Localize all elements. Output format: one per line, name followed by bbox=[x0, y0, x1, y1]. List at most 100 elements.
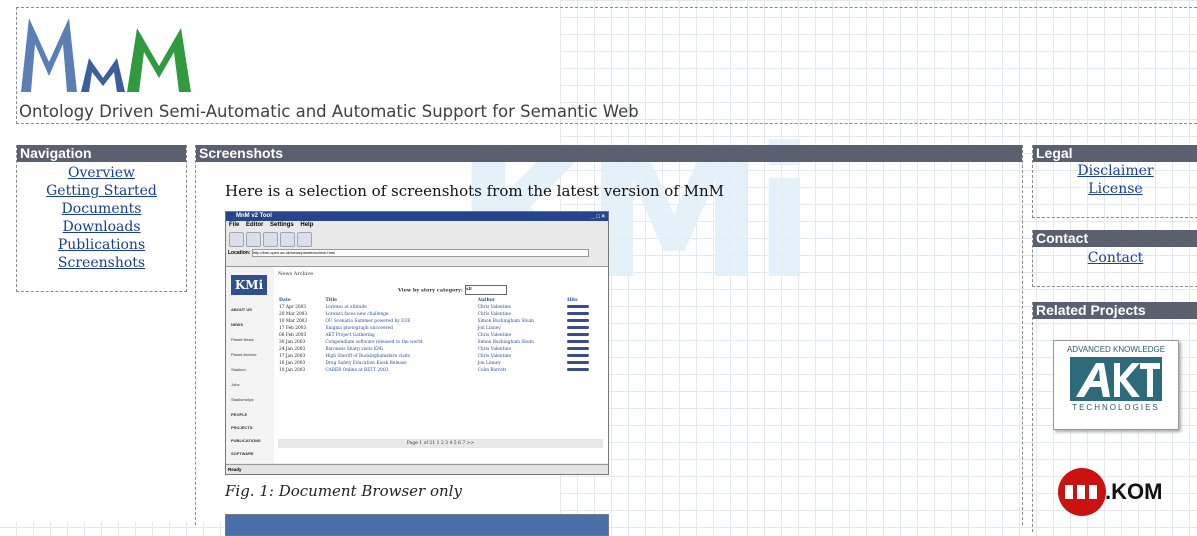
akt-logo-top: ADVANCED KNOWLEDGE bbox=[1066, 345, 1166, 354]
row-author: Jon Linney bbox=[477, 361, 501, 366]
col-title: Title bbox=[325, 298, 338, 303]
legal-panel: Legal Disclaimer License bbox=[1032, 145, 1197, 218]
shot-toolbar bbox=[226, 230, 608, 248]
dotkom-logo-mark bbox=[1058, 468, 1106, 516]
shot-news-row: 16 Jan 2003 Drug Safety Education Kiosk R… bbox=[278, 360, 603, 367]
hits-bar bbox=[567, 319, 590, 322]
shot-window-title-text: MnM v2 Tool bbox=[236, 213, 272, 219]
row-title: Lorenzo at altitude bbox=[325, 305, 367, 310]
shot-menubar: File Editor Settings Help bbox=[226, 221, 608, 230]
hits-bar bbox=[567, 333, 590, 336]
row-author: Colin Barrett bbox=[477, 368, 507, 373]
hits-bar bbox=[567, 347, 590, 350]
navigation-panel: Navigation Overview Getting Started Docu… bbox=[16, 145, 187, 292]
row-author: Jon Linney bbox=[477, 326, 501, 331]
shot-news-row: 10 Mar 2003 OU Scenario Summer powered by… bbox=[278, 318, 603, 325]
row-date: 06 Feb 2003 bbox=[279, 333, 307, 338]
row-date: 17 Feb 2003 bbox=[279, 326, 307, 331]
row-title: OU Scenario Summer powered by D3E bbox=[325, 319, 411, 324]
shot-side-item: Stadium bbox=[231, 367, 246, 372]
shot-window-title: MnM v2 Tool _ □ × bbox=[226, 212, 608, 221]
nav-link-downloads[interactable]: Downloads bbox=[17, 218, 186, 236]
shot-news-row: 20 Mar 2003 Lorenzo faces new challenge Ch… bbox=[278, 311, 603, 318]
row-hits bbox=[566, 318, 603, 325]
row-hits bbox=[566, 304, 603, 311]
hits-bar bbox=[567, 326, 590, 329]
row-title: Compendium software released to the worl… bbox=[325, 340, 423, 345]
related-title: Related Projects bbox=[1033, 302, 1197, 319]
legal-link-disclaimer[interactable]: Disclaimer bbox=[1033, 162, 1197, 180]
nav-link-screenshots[interactable]: Screenshots bbox=[17, 254, 186, 272]
screenshot-figure-2[interactable] bbox=[225, 514, 609, 536]
nav-link-overview[interactable]: Overview bbox=[17, 164, 186, 182]
hits-bar bbox=[567, 361, 590, 364]
row-hits bbox=[566, 367, 603, 374]
row-date: 20 Mar 2003 bbox=[279, 312, 308, 317]
kmi-logo: KMi bbox=[231, 275, 267, 295]
row-hits bbox=[566, 339, 603, 346]
shot-window-controls: _ □ × bbox=[591, 214, 605, 220]
hits-bar bbox=[567, 340, 590, 343]
row-hits bbox=[566, 311, 603, 318]
row-author: Simon Buckingham Shum bbox=[477, 319, 534, 324]
nav-link-getting-started[interactable]: Getting Started bbox=[17, 182, 186, 200]
dotkom-logo[interactable]: .KOM bbox=[1057, 467, 1177, 517]
hits-bar bbox=[567, 305, 590, 308]
forward-icon bbox=[246, 232, 261, 247]
row-date: 10 Mar 2003 bbox=[279, 319, 308, 324]
shot-news-row: 10 Jan 2003 CARER Online at BETT 2003 Coli… bbox=[278, 367, 603, 374]
akt-logo-bottom: TECHNOLOGIES bbox=[1072, 403, 1160, 412]
legal-title: Legal bbox=[1033, 145, 1197, 162]
dotkom-logo-text: .KOM bbox=[1105, 479, 1163, 504]
shot-news-row: 30 Jan 2003 Compendium software released … bbox=[278, 339, 603, 346]
shot-page: KMi ABOUT US NEWS Planet News Planet Arc… bbox=[226, 266, 608, 463]
shot-side-item: Planet News bbox=[231, 337, 254, 342]
related-projects-panel: Related Projects ADVANCED KNOWLEDGE TECH… bbox=[1032, 302, 1197, 532]
row-hits bbox=[566, 346, 603, 353]
row-hits bbox=[566, 325, 603, 332]
shot-side-item: NEWS bbox=[231, 322, 243, 327]
hits-bar bbox=[567, 312, 590, 315]
contact-link[interactable]: Contact bbox=[1033, 249, 1197, 267]
shot-news-row: 17 Jan 2003 High Sheriff of Buckinghamshi… bbox=[278, 353, 603, 360]
shot-news-row: 17 Feb 2003 Enigma photograph uncovered Jo… bbox=[278, 325, 603, 332]
navigation-title: Navigation bbox=[17, 145, 186, 162]
akt-logo[interactable]: ADVANCED KNOWLEDGE TECHNOLOGIES bbox=[1053, 340, 1179, 430]
shot-status-bar: Ready bbox=[226, 464, 608, 474]
shot-side-item: PUBLICATIONS bbox=[231, 438, 261, 443]
row-date: 16 Jan 2003 bbox=[279, 361, 306, 366]
mnm-logo[interactable] bbox=[19, 14, 219, 94]
shot-side-item: Stadiumclips bbox=[231, 397, 254, 402]
row-date: 30 Jan 2003 bbox=[279, 340, 306, 345]
row-author: Simon Buckingham Shum bbox=[477, 340, 534, 345]
row-author: Chris Valentine bbox=[477, 312, 512, 317]
shot-location-label: Location: bbox=[228, 250, 251, 256]
nav-link-publications[interactable]: Publications bbox=[17, 236, 186, 254]
row-date: 17 Jan 2003 bbox=[279, 354, 306, 359]
shot-menu-editor: Editor bbox=[246, 222, 264, 228]
shot-pager: Page 1 of 21 1 2 3 4 5 6 7 >> bbox=[278, 439, 603, 448]
row-author: Chris Valentine bbox=[477, 354, 512, 359]
row-title: AKT Project Gathering bbox=[325, 333, 375, 338]
shot-menu-file: File bbox=[229, 222, 240, 228]
shot-side-item: PEOPLE bbox=[231, 412, 248, 417]
contact-panel: Contact Contact bbox=[1032, 230, 1197, 287]
col-author: Author bbox=[477, 298, 496, 303]
stop-icon bbox=[280, 232, 295, 247]
col-date: Date bbox=[279, 298, 291, 303]
akt-logo-mark bbox=[1070, 357, 1162, 401]
screenshot-figure-1[interactable]: MnM v2 Tool _ □ × File Editor Settings H… bbox=[225, 211, 609, 475]
site-header: Ontology Driven Semi-Automatic and Autom… bbox=[16, 7, 1197, 124]
shot-menu-settings: Settings bbox=[270, 222, 294, 228]
hits-bar bbox=[567, 354, 590, 357]
nav-link-documents[interactable]: Documents bbox=[17, 200, 186, 218]
legal-link-license[interactable]: License bbox=[1033, 180, 1197, 198]
shot-filter-select: All bbox=[464, 285, 507, 295]
site-tagline: Ontology Driven Semi-Automatic and Autom… bbox=[19, 102, 639, 121]
print-icon bbox=[263, 232, 278, 247]
figure-caption: Fig. 1: Document Browser only bbox=[225, 482, 462, 500]
main-content: Screenshots Here is a selection of scree… bbox=[195, 145, 1023, 536]
row-date: 24 Jan 2003 bbox=[279, 347, 306, 352]
row-title: Lorenzo faces new challenge bbox=[325, 312, 389, 317]
shot-location-bar: Location: http://kmi.open.ac.uk/news/pla… bbox=[226, 248, 608, 258]
